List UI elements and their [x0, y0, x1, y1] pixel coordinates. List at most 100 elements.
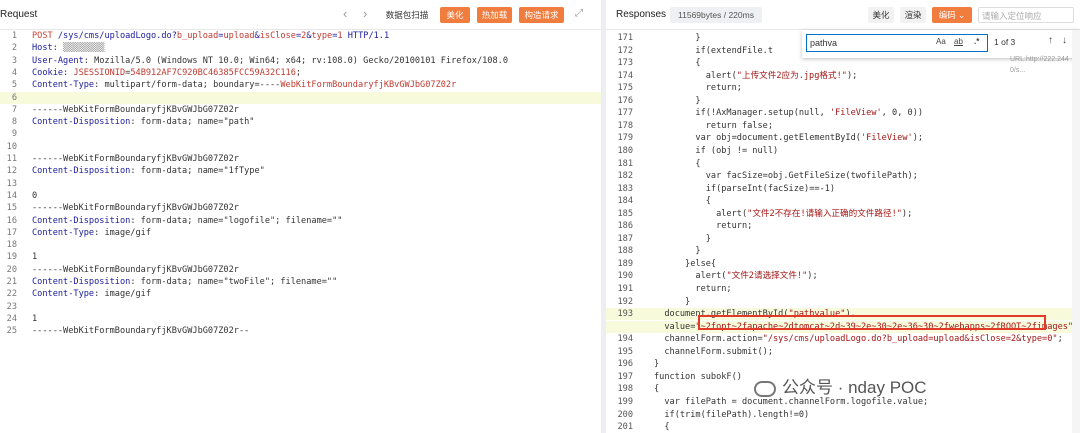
beautify-button[interactable]: 美化 [440, 7, 470, 23]
request-line[interactable]: 2 Host: ▒▒▒▒▒▒▒▒ [0, 42, 601, 54]
hot-reload-button[interactable]: 热加载 [477, 7, 512, 23]
build-request-button[interactable]: 构造请求 [519, 7, 564, 23]
request-line[interactable]: 16 Content-Disposition: form-data; name="… [0, 215, 601, 227]
response-line[interactable]: 181 { [606, 158, 1080, 170]
response-line[interactable]: 186 return; [606, 220, 1080, 232]
render-button[interactable]: 渲染 [900, 7, 926, 23]
find-prev-icon[interactable]: ↑ [1048, 35, 1053, 46]
line-number: 196 [617, 359, 633, 370]
request-line[interactable]: 15 ------WebKitFormBoundaryfjKBvGWJbG07Z0… [0, 202, 601, 214]
response-line[interactable]: 183 if(parseInt(facSize)==-1) [606, 183, 1080, 195]
request-line-text: Content-Disposition: form-data; name="lo… [32, 215, 343, 226]
scan-packet-button[interactable]: 数据包扫描 [381, 7, 433, 23]
request-line[interactable]: 14 0 [0, 190, 601, 202]
request-line[interactable]: 17 Content-Type: image/gif [0, 227, 601, 239]
request-line[interactable]: 1 POST /sys/cms/uploadLogo.do?b_upload=up… [0, 30, 601, 42]
line-number: 1 [11, 31, 17, 41]
response-line[interactable]: 192 } [606, 296, 1080, 308]
request-line[interactable]: 24 1 [0, 313, 601, 325]
request-line[interactable]: 20 ------WebKitFormBoundaryfjKBvGWJbG07Z0… [0, 264, 601, 276]
response-beautify-button[interactable]: 美化 [868, 7, 894, 23]
response-line[interactable]: 176 } [606, 95, 1080, 107]
request-panel: Request ‹ › 数据包扫描 美化 热加载 构造请求 ⤢ 1 POST /s… [0, 0, 601, 433]
response-line[interactable]: 190 alert("文件2请选择文件!"); [606, 270, 1080, 282]
response-line-text: if(parseInt(facSize)==-1) [654, 183, 836, 194]
line-number: 175 [617, 83, 633, 94]
response-line-text: } [654, 359, 660, 370]
request-line[interactable]: 3 User-Agent: Mozilla/5.0 (Windows NT 10.… [0, 55, 601, 67]
response-line[interactable]: 178 return false; [606, 120, 1080, 132]
response-line[interactable]: 175 return; [606, 82, 1080, 94]
response-line-text: { [654, 384, 660, 395]
response-line-text: } [654, 246, 701, 257]
response-line-text: function subokF() [654, 371, 742, 382]
line-number: 18 [6, 240, 17, 251]
line-number: 198 [617, 384, 633, 395]
response-line[interactable]: 191 return; [606, 283, 1080, 295]
request-line[interactable]: 7 ------WebKitFormBoundaryfjKBvGWJbG07Z02… [0, 104, 601, 116]
request-line[interactable]: 19 1 [0, 251, 601, 263]
request-line-text: 1 [32, 313, 38, 324]
whole-word-icon[interactable]: ab [954, 37, 963, 46]
request-line[interactable]: 6 [0, 91, 601, 104]
request-line-text: Content-Disposition: form-data; name="tw… [32, 277, 338, 287]
request-line[interactable]: 11 ------WebKitFormBoundaryfjKBvGWJbG07Z0… [0, 153, 601, 165]
response-line[interactable]: 188 } [606, 245, 1080, 257]
request-line[interactable]: 18 [0, 239, 601, 251]
request-line-text: Content-Type: image/gif [32, 289, 152, 300]
request-line[interactable]: 4 Cookie: JSESSIONID=54B912AF7C920BC46385… [0, 67, 601, 79]
encoding-dropdown[interactable]: 编码 ⌄ [932, 7, 972, 23]
response-line[interactable]: 173 { [606, 57, 1080, 69]
request-line[interactable]: 25 ------WebKitFormBoundaryfjKBvGWJbG07Z0… [0, 325, 601, 337]
next-arrow-icon[interactable]: › [363, 6, 367, 21]
line-number: 180 [617, 145, 633, 156]
prev-arrow-icon[interactable]: ‹ [343, 6, 347, 21]
line-number: 10 [6, 141, 17, 152]
line-number: 2 [11, 43, 17, 54]
locate-response-input[interactable]: 请输入定位响应 [978, 7, 1074, 23]
response-header: Responses 11569bytes / 220ms 美化 渲染 编码 ⌄ … [606, 0, 1080, 30]
regex-icon[interactable]: .* [974, 37, 979, 46]
response-line[interactable]: 195 channelForm.submit(); [606, 346, 1080, 358]
request-line[interactable]: 5 Content-Type: multipart/form-data; boun… [0, 79, 601, 91]
request-line[interactable]: 12 Content-Disposition: form-data; name="… [0, 165, 601, 177]
response-line[interactable]: 189 }else{ [606, 258, 1080, 270]
response-line[interactable]: 201 { [606, 421, 1080, 433]
expand-icon[interactable]: ⤢ [575, 8, 583, 19]
request-line[interactable]: 9 [0, 128, 601, 140]
request-line[interactable]: 23 [0, 301, 601, 313]
response-line[interactable]: 179 var obj=document.getElementById('Fil… [606, 132, 1080, 144]
request-line[interactable]: 8 Content-Disposition: form-data; name="p… [0, 116, 601, 128]
response-scrollbar[interactable] [1072, 30, 1080, 433]
line-number: 172 [617, 45, 633, 56]
line-number: 16 [6, 215, 17, 226]
request-line[interactable]: 22 Content-Type: image/gif [0, 288, 601, 300]
line-number: 25 [6, 326, 17, 337]
request-line[interactable]: 10 [0, 141, 601, 153]
line-number: 14 [6, 190, 17, 201]
response-line[interactable]: 185 alert("文件2不存在!请输入正确的文件路径!"); [606, 208, 1080, 220]
response-line[interactable]: 182 var facSize=obj.GetFileSize(twofileP… [606, 170, 1080, 182]
line-number: 183 [617, 183, 633, 194]
response-line[interactable]: 174 alert("上传文件2应为.jpg格式!"); [606, 70, 1080, 82]
request-line[interactable]: 13 [0, 178, 601, 190]
request-line-text: POST /sys/cms/uploadLogo.do?b_upload=upl… [32, 31, 390, 41]
response-line[interactable]: 200 if(trim(filePath).length!=0) [606, 409, 1080, 421]
response-line-text: channelForm.submit(); [654, 346, 773, 357]
match-case-icon[interactable]: Aa [936, 37, 946, 46]
response-line[interactable]: 177 if(!AxManager.setup(null, 'FileView'… [606, 107, 1080, 119]
find-next-icon[interactable]: ↓ [1062, 35, 1067, 46]
request-line-text: Cookie: JSESSIONID=54B912AF7C920BC46385F… [32, 67, 302, 78]
request-line[interactable]: 21 Content-Disposition: form-data; name="… [0, 276, 601, 288]
response-line[interactable]: 180 if (obj != null) [606, 145, 1080, 157]
response-line[interactable]: 184 { [606, 195, 1080, 207]
watermark-text: 公众号 · nday POC [782, 378, 927, 397]
response-line-text: if(extendFile.t [654, 45, 773, 56]
response-line-text: return; [654, 83, 742, 94]
response-line-text: } [654, 95, 701, 106]
response-line[interactable]: 187 } [606, 233, 1080, 245]
response-line[interactable]: 196} [606, 358, 1080, 370]
response-line-text: return false; [654, 120, 773, 131]
line-number: 15 [6, 203, 17, 214]
response-line[interactable]: 194 channelForm.action="/sys/cms/uploadL… [606, 333, 1080, 345]
